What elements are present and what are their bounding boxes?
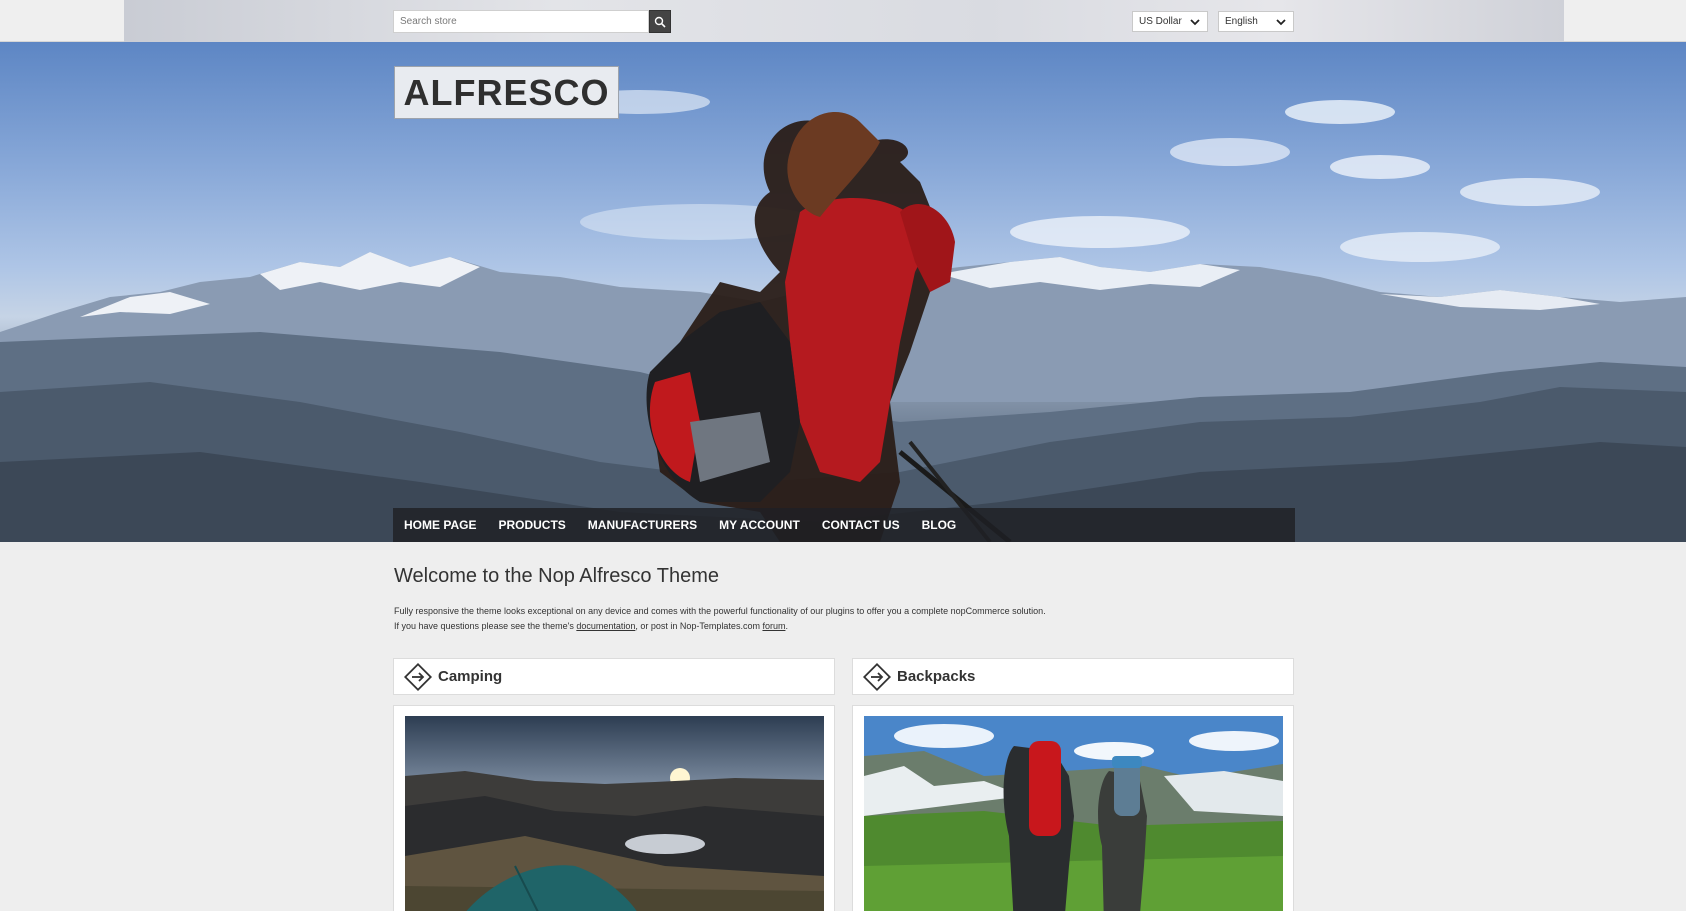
- category-backpacks-card[interactable]: [852, 705, 1294, 911]
- top-bar-band: [124, 0, 1564, 42]
- forum-link[interactable]: forum: [762, 621, 785, 631]
- chevron-down-icon: [1276, 18, 1286, 25]
- category-camping-card[interactable]: [393, 705, 835, 911]
- main-nav: HOME PAGE PRODUCTS MANUFACTURERS MY ACCO…: [393, 508, 1295, 542]
- nav-blog[interactable]: BLOG: [922, 518, 957, 532]
- category-camping-header[interactable]: Camping: [393, 658, 835, 695]
- nav-products[interactable]: PRODUCTS: [498, 518, 565, 532]
- hero-banner: ALFRESCO HOME PAGE PRODUCTS MANUFACTURER…: [0, 42, 1686, 542]
- arrow-diamond-icon: [863, 662, 891, 691]
- nav-my-account[interactable]: MY ACCOUNT: [719, 518, 800, 532]
- arrow-diamond-icon: [404, 662, 432, 691]
- category-camping-label: Camping: [438, 668, 503, 685]
- top-bar: US Dollar English: [0, 0, 1686, 42]
- chevron-down-icon: [1190, 18, 1200, 25]
- hero-mountain-image: [0, 90, 1686, 542]
- welcome-text: Fully responsive the theme looks excepti…: [394, 604, 1294, 634]
- welcome-line-1: Fully responsive the theme looks excepti…: [394, 606, 1046, 616]
- currency-select[interactable]: US Dollar: [1132, 11, 1208, 32]
- search-button[interactable]: [649, 10, 671, 33]
- welcome-title: Welcome to the Nop Alfresco Theme: [394, 565, 719, 587]
- currency-value: US Dollar: [1139, 16, 1182, 27]
- category-backpacks-header[interactable]: Backpacks: [852, 658, 1294, 695]
- search-input[interactable]: [393, 10, 649, 33]
- welcome-line-2-suffix: .: [785, 621, 788, 631]
- category-backpacks-label: Backpacks: [897, 668, 976, 685]
- nav-manufacturers[interactable]: MANUFACTURERS: [588, 518, 697, 532]
- language-value: English: [1225, 16, 1258, 27]
- logo[interactable]: ALFRESCO: [394, 66, 619, 119]
- search-icon: [654, 16, 666, 28]
- nav-home-page[interactable]: HOME PAGE: [404, 518, 476, 532]
- documentation-link[interactable]: documentation: [576, 621, 635, 631]
- welcome-line-2-middle: , or post in Nop-Templates.com: [635, 621, 763, 631]
- welcome-line-2: If you have questions please see the the…: [394, 619, 1294, 634]
- language-select[interactable]: English: [1218, 11, 1294, 32]
- welcome-line-2-prefix: If you have questions please see the the…: [394, 621, 577, 631]
- logo-text: ALFRESCO: [403, 71, 610, 113]
- camping-image[interactable]: [405, 716, 824, 911]
- nav-contact-us[interactable]: CONTACT US: [822, 518, 900, 532]
- backpacks-image[interactable]: [864, 716, 1283, 911]
